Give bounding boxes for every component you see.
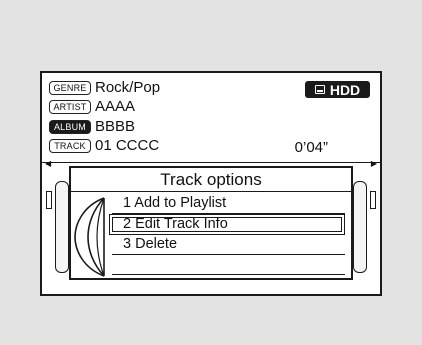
left-side-tab <box>46 191 52 209</box>
track-options-popup: Track options 1 Add to Playlist 2 Edit T… <box>69 166 353 280</box>
popup-title-divider <box>71 191 351 192</box>
track-row: TRACK 01 CCCC <box>49 138 159 154</box>
album-tag: ALBUM <box>49 120 91 134</box>
track-tag: TRACK <box>49 139 91 153</box>
scroll-left-arrow-icon: ◀ <box>45 159 52 168</box>
right-roller <box>353 181 367 273</box>
elapsed-time: 0’04” <box>294 139 328 156</box>
track-value: 01 CCCC <box>95 137 160 154</box>
genre-row: GENRE Rock/Pop <box>49 80 160 96</box>
right-side-tab <box>370 191 376 209</box>
artist-value: AAAA <box>95 98 136 115</box>
options-menu: 1 Add to Playlist 2 Edit Track Info 3 De… <box>109 194 345 275</box>
artist-tag: ARTIST <box>49 100 91 114</box>
genre-tag: GENRE <box>49 81 91 95</box>
genre-value: Rock/Pop <box>95 79 161 96</box>
selector-wheel-icon[interactable] <box>73 196 107 278</box>
artist-row: ARTIST AAAA <box>49 99 135 115</box>
album-row: ALBUM BBBB <box>49 119 135 135</box>
popup-title: Track options <box>160 170 262 189</box>
hdd-icon <box>314 85 325 94</box>
menu-item-empty <box>112 255 345 275</box>
audio-display-screen: GENRE Rock/Pop ARTIST AAAA ALBUM BBBB TR… <box>40 71 382 296</box>
menu-item-edit-track-info[interactable]: 2 Edit Track Info <box>109 214 345 235</box>
scroll-right-arrow-icon: ▶ <box>370 159 377 168</box>
list-divider <box>42 162 380 163</box>
album-value: BBBB <box>95 118 136 135</box>
left-roller <box>55 181 69 273</box>
source-label: HDD <box>329 81 361 98</box>
menu-item-add-to-playlist[interactable]: 1 Add to Playlist <box>112 194 345 214</box>
menu-item-delete[interactable]: 3 Delete <box>112 235 345 255</box>
source-badge: HDD <box>305 81 370 98</box>
